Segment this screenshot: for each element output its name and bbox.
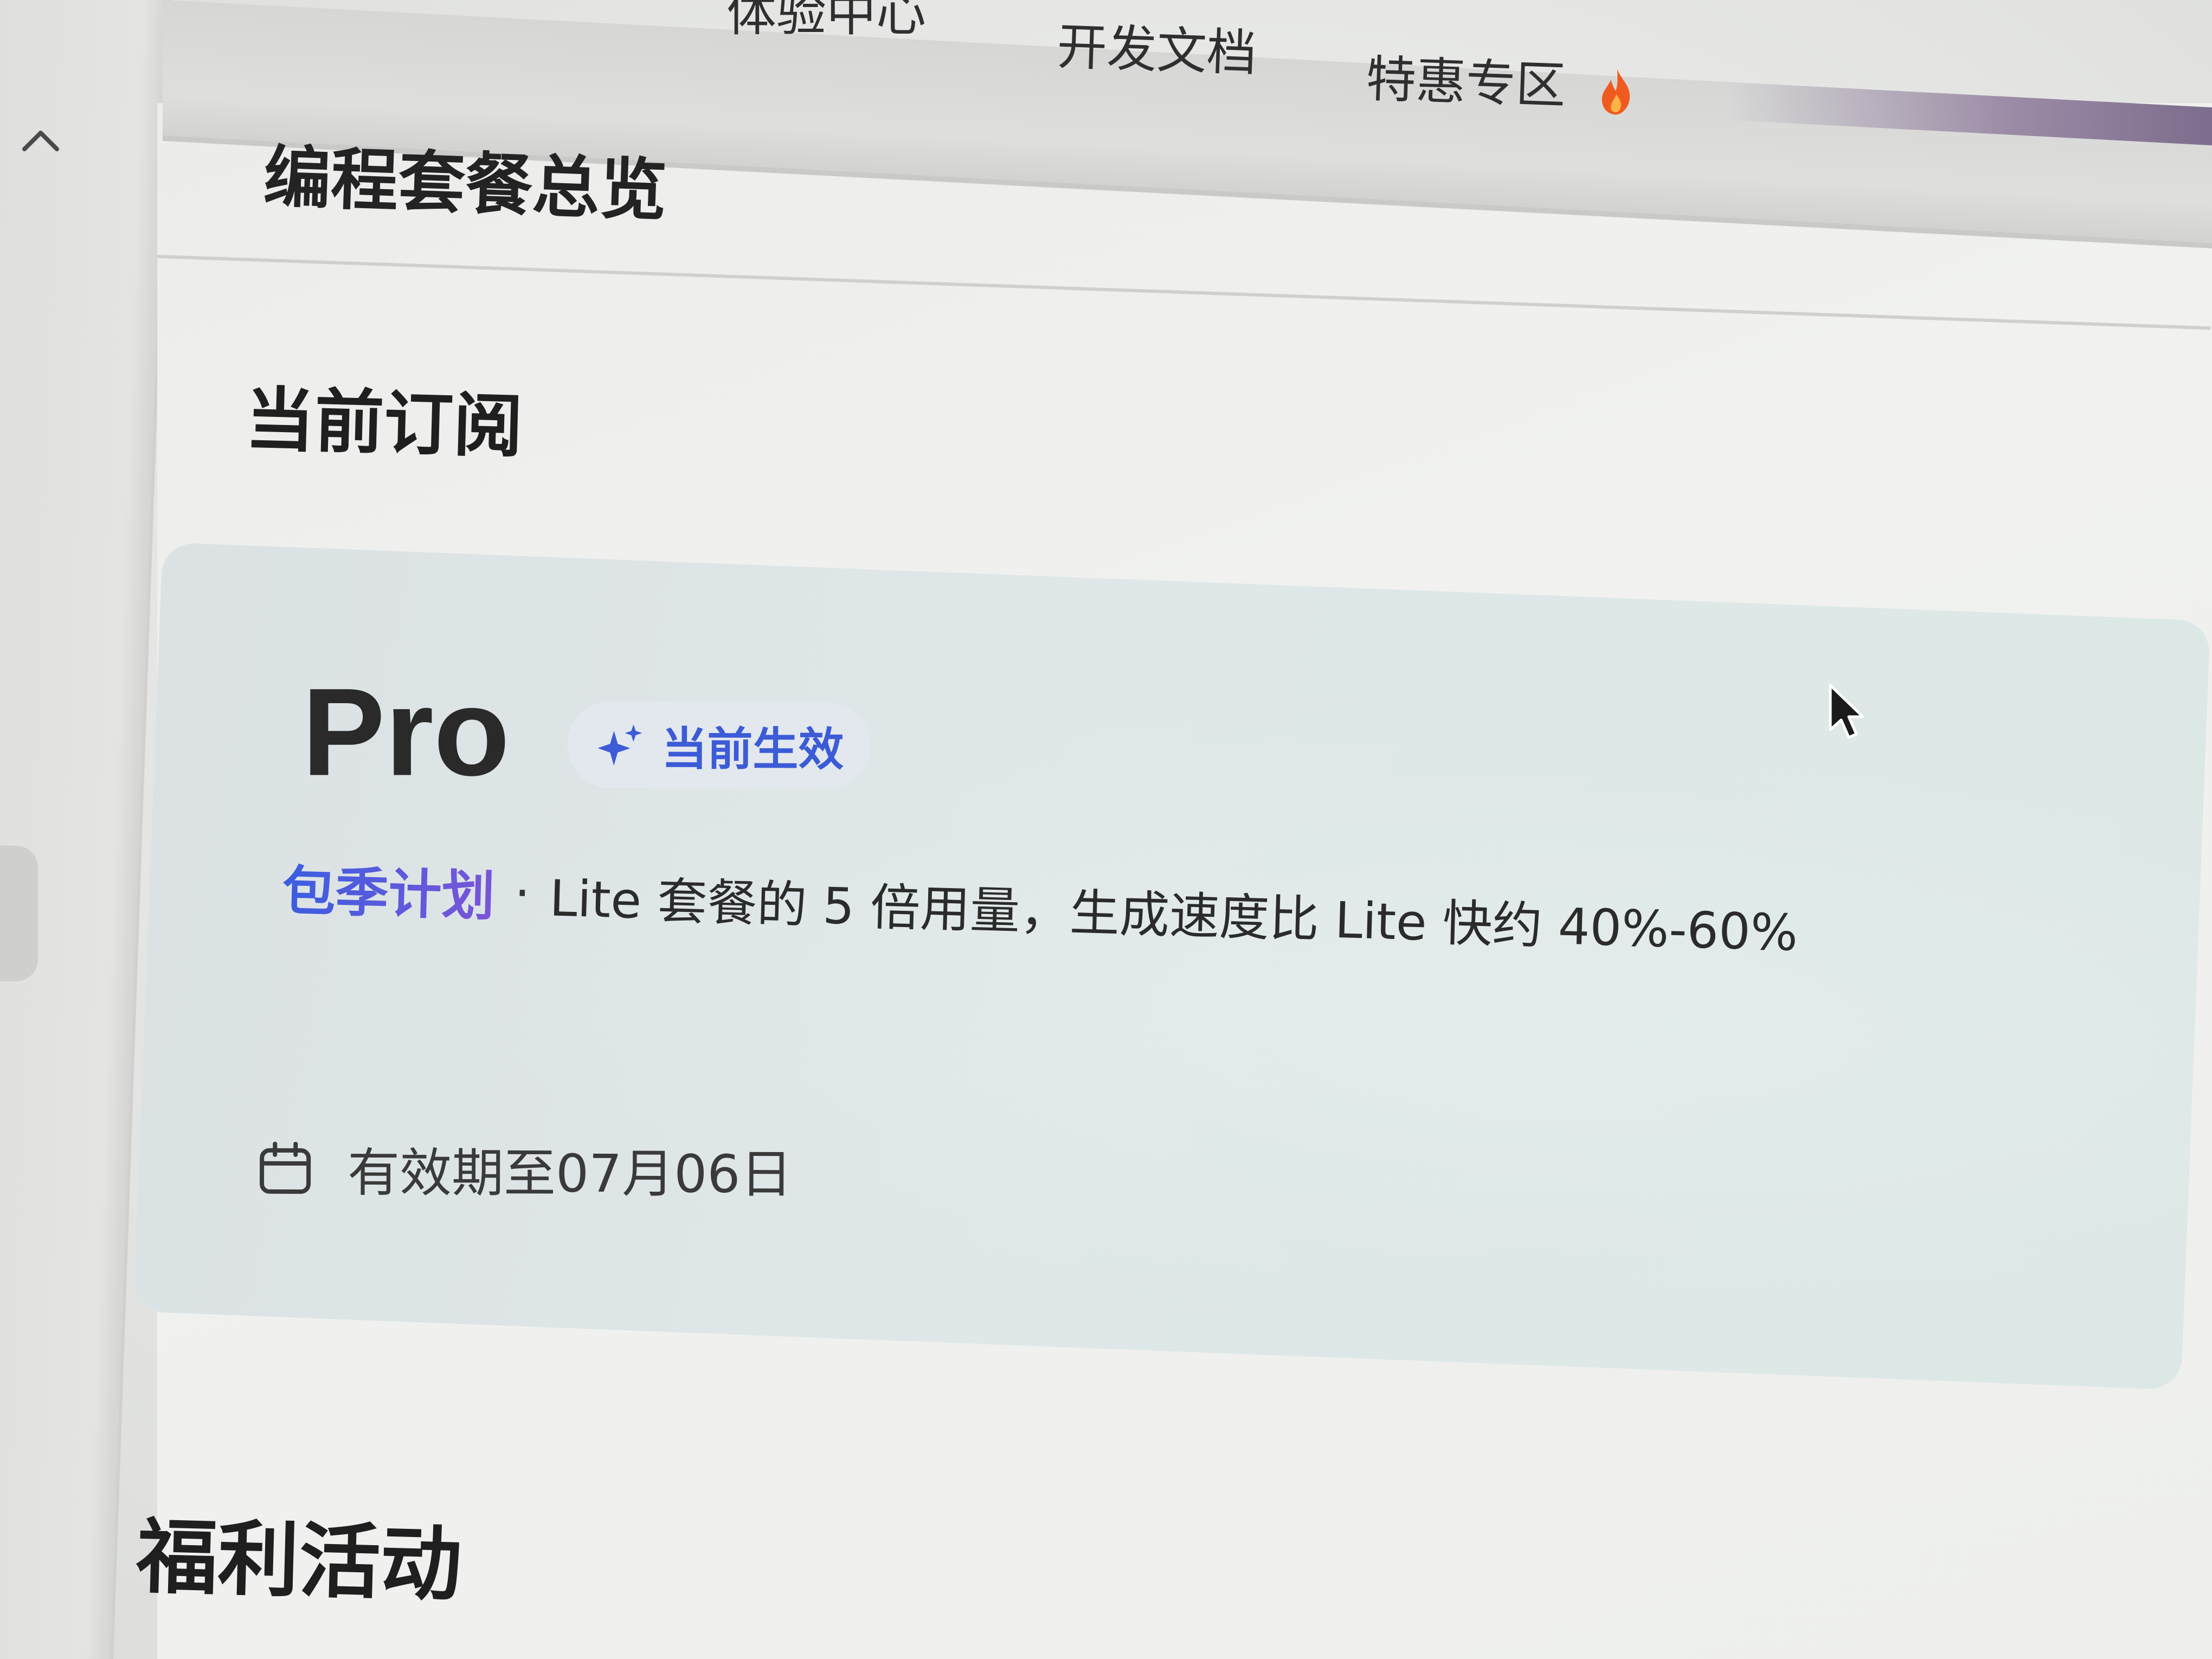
nav-dev-docs[interactable]: 开发文档 [1056, 7, 1258, 86]
nav-experience-center[interactable]: 体验中心 [726, 0, 926, 45]
sidebar-handle[interactable] [0, 846, 38, 981]
expiry-text: 有效期至07月06日 [347, 1142, 793, 1205]
section-title-benefits: 福利活动 [135, 1509, 463, 1613]
section-title-current-subscription: 当前订阅 [244, 379, 524, 468]
calendar-icon [260, 1141, 311, 1194]
page-title: 编程套餐总览 [262, 138, 668, 230]
nav-special-deals-label: 特惠专区 [1365, 50, 1567, 115]
sparkle-icon [597, 724, 642, 766]
status-text: 当前生效 [661, 722, 844, 776]
nav-experience-center-label: 体验中心 [726, 0, 927, 42]
status-badge: 当前生效 [567, 701, 871, 789]
plan-name: Pro [301, 662, 510, 802]
subscription-card: Pro 当前生效 包季计划 · Lite 套餐的 5 倍用量，生成速度比 Lit… [133, 542, 2211, 1391]
expiry-row: 有效期至07月06日 [255, 1130, 793, 1207]
billing-period: 包季计划 [281, 848, 496, 931]
chevron-up-icon[interactable] [19, 125, 62, 157]
plan-description-row: 包季计划 · Lite 套餐的 5 倍用量，生成速度比 Lite 快约 40%-… [281, 848, 1799, 967]
plan-description: Lite 套餐的 5 倍用量，生成速度比 Lite 快约 40%-60% [549, 869, 1799, 962]
separator-dot: · [513, 864, 531, 922]
nav-dev-docs-label: 开发文档 [1056, 17, 1258, 83]
mouse-cursor-icon [1829, 684, 1864, 739]
flame-icon [1602, 69, 1630, 115]
nav-special-deals[interactable]: 特惠专区 [1365, 38, 1637, 120]
